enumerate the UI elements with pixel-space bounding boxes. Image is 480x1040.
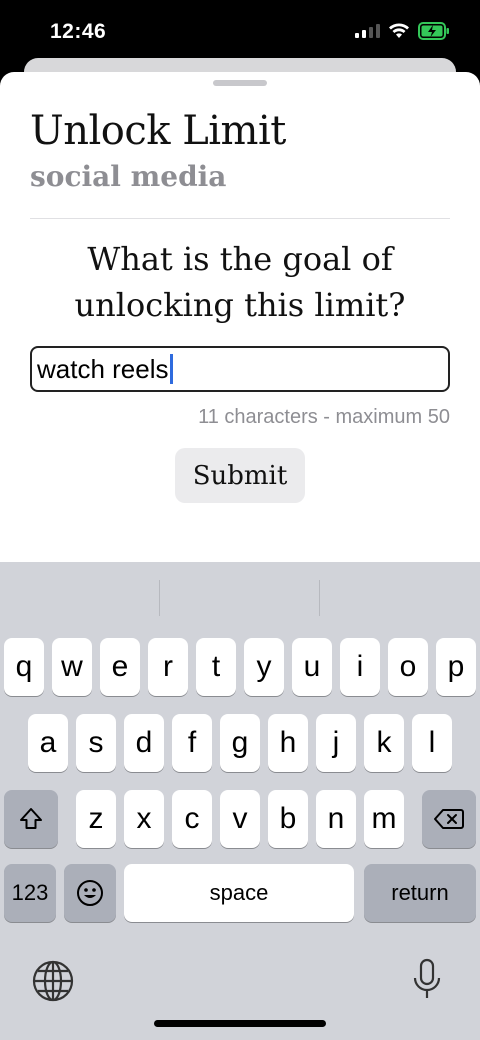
- sheet-grabber[interactable]: [213, 80, 267, 86]
- shift-icon: [20, 808, 42, 829]
- suggestion-divider: [319, 580, 320, 616]
- battery-icon: [418, 22, 449, 40]
- character-count: 11 characters - maximum 50: [198, 406, 450, 428]
- wifi-icon: [389, 23, 409, 38]
- shift-key[interactable]: [4, 790, 58, 848]
- suggestion-divider: [159, 580, 160, 616]
- submit-button[interactable]: Submit: [175, 448, 305, 503]
- key-y[interactable]: y: [244, 638, 284, 696]
- key-w[interactable]: w: [52, 638, 92, 696]
- key-f[interactable]: f: [172, 714, 212, 772]
- key-o[interactable]: o: [388, 638, 428, 696]
- unlock-limit-sheet: Unlock Limit social media What is the go…: [0, 72, 480, 562]
- question-text: What is the goal of unlocking this limit…: [74, 240, 406, 324]
- key-v[interactable]: v: [220, 790, 260, 848]
- key-t[interactable]: t: [196, 638, 236, 696]
- key-e[interactable]: e: [100, 638, 140, 696]
- key-q[interactable]: q: [4, 638, 44, 696]
- divider: [30, 218, 450, 219]
- page-subtitle: social media: [30, 160, 227, 193]
- microphone-icon[interactable]: [412, 958, 442, 1002]
- goal-input-value: watch reels: [37, 353, 169, 384]
- status-time: 12:46: [50, 20, 107, 43]
- text-caret: [169, 354, 173, 384]
- space-key[interactable]: space: [124, 864, 354, 922]
- return-key[interactable]: return: [364, 864, 476, 922]
- status-icons: [355, 22, 450, 40]
- key-z[interactable]: z: [76, 790, 116, 848]
- key-a[interactable]: a: [28, 714, 68, 772]
- key-g[interactable]: g: [220, 714, 260, 772]
- key-r[interactable]: r: [148, 638, 188, 696]
- key-m[interactable]: m: [364, 790, 404, 848]
- key-k[interactable]: k: [364, 714, 404, 772]
- delete-icon: [434, 809, 464, 829]
- key-d[interactable]: d: [124, 714, 164, 772]
- emoji-icon: [77, 880, 103, 906]
- key-h[interactable]: h: [268, 714, 308, 772]
- goal-input[interactable]: watch reels: [30, 346, 450, 392]
- globe-icon[interactable]: [32, 960, 74, 1002]
- emoji-key[interactable]: [64, 864, 116, 922]
- keyboard: q w e r t y u i o p a s d f g h j k l z …: [0, 562, 480, 1040]
- key-c[interactable]: c: [172, 790, 212, 848]
- numbers-key[interactable]: 123: [4, 864, 56, 922]
- signal-icon: [355, 24, 380, 38]
- key-s[interactable]: s: [76, 714, 116, 772]
- key-n[interactable]: n: [316, 790, 356, 848]
- key-u[interactable]: u: [292, 638, 332, 696]
- key-i[interactable]: i: [340, 638, 380, 696]
- delete-key[interactable]: [422, 790, 476, 848]
- key-l[interactable]: l: [412, 714, 452, 772]
- key-x[interactable]: x: [124, 790, 164, 848]
- key-p[interactable]: p: [436, 638, 476, 696]
- status-bar: 12:46: [0, 0, 480, 62]
- home-indicator[interactable]: [154, 1020, 326, 1027]
- key-b[interactable]: b: [268, 790, 308, 848]
- page-title: Unlock Limit: [30, 108, 286, 154]
- suggestion-bar: [0, 562, 480, 622]
- key-j[interactable]: j: [316, 714, 356, 772]
